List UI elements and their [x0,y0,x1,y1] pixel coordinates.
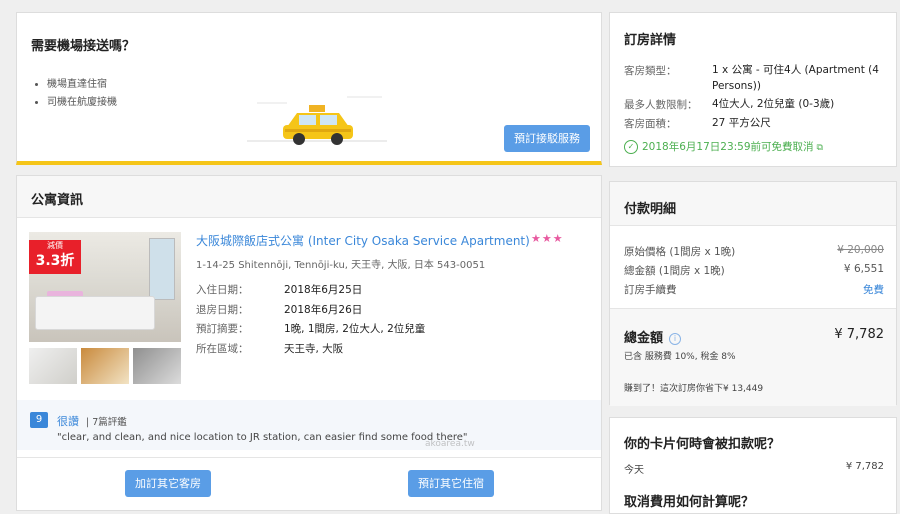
booking-details-card: 訂房詳情 客房類型： 1 x 公寓 - 可住4人 (Apartment (4 P… [609,12,897,167]
subtotal-value: ¥ 6,551 [843,263,884,275]
occupancy-label: 最多人數限制： [624,99,698,111]
watermark: akoarea.tw [425,439,475,449]
review-count: | 7篇評鑑 [86,417,127,428]
room-type-label: 客房類型： [624,65,677,77]
card-charge-card: 你的卡片何時會被扣款呢？ 今天 ¥ 7,782 取消費用如何計算呢？ [609,417,897,514]
add-room-button[interactable]: 加訂其它客房 [125,470,211,497]
external-link-icon: ⧉ [816,143,823,153]
review-quote: "clear, and clean, and nice location to … [57,432,468,443]
hotel-thumbnail[interactable] [29,348,77,384]
free-cancellation-link[interactable]: ✓ 2018年6月17日23:59前可免費取消 ⧉ [624,139,823,154]
total-value: ¥ 7,782 [834,327,884,342]
booking-info-row: 入住日期： 2018年6月25日 [196,280,425,300]
apartment-header: 公寓資訊 [17,176,601,218]
hotel-name-link[interactable]: 大阪城際飯店式公寓 (Inter City Osaka Service Apar… [196,232,530,249]
card-charge-title: 你的卡片何時會被扣款呢？ [624,437,781,452]
review-rating-link[interactable]: 很讚 [57,413,79,429]
payment-details-title: 付款明細 [624,202,677,217]
cancellation-fee-title: 取消費用如何計算呢？ [624,495,755,510]
charge-today-value: ¥ 7,782 [845,461,884,472]
info-label: 入住日期： [196,284,249,297]
original-price-value: ¥ 20,000 [837,244,884,256]
info-value: 2018年6月25日 [284,284,363,297]
savings-note: 賺到了！這次訂房你省下¥ 13,449 [624,384,764,394]
airport-feature-list: 機場直達住宿 司機在航廈接機 [47,76,117,112]
booking-details-title: 訂房詳情 [624,33,677,48]
booking-fee-value: 免費 [863,284,884,296]
original-price-label: 原始價格 (1間房 x 1晚) [624,246,736,258]
total-label-row: 總金額 i [624,327,682,346]
discount-badge-value: 3.3折 [35,253,75,269]
total-label: 總金額 [624,331,664,346]
airport-transfer-title: 需要機場接送嗎？ [31,39,136,54]
book-other-property-button[interactable]: 預訂其它住宿 [408,470,494,497]
info-icon[interactable]: i [669,332,682,345]
taxi-illustration-icon [247,96,387,145]
booking-fee-label: 訂房手續費 [624,284,677,296]
tax-note: 已含 服務費 10%, 稅金 8% [624,352,736,362]
booking-info-row: 所在區域： 天王寺, 大阪 [196,339,425,359]
payment-details-card: 付款明細 原始價格 (1間房 x 1晚) ¥ 20,000 總金額 (1間房 x… [609,181,897,406]
airport-feature-item: 機場直達住宿 [47,76,117,94]
star-rating-icon: ★★★ [531,232,564,245]
charge-today-label: 今天 [624,465,644,476]
free-cancellation-text: 2018年6月17日23:59前可免費取消 [642,141,814,153]
hotel-address: 1-14-25 Shitennōji, Tennōji-ku, 天王寺, 大阪,… [196,260,486,271]
apartment-info-card: 公寓資訊 減價 3.3折 大阪城際飯店式公寓 (Inter City Osaka… [16,175,602,511]
payment-header: 付款明細 [610,182,896,226]
booking-info-row: 退房日期： 2018年6月26日 [196,300,425,320]
booking-info-row: 預訂摘要： 1晚, 1間房, 2位大人, 2位兒童 [196,319,425,339]
room-type-value: 1 x 公寓 - 可住4人 (Apartment (4 Persons)) [712,64,879,92]
info-value: 1晚, 1間房, 2位大人, 2位兒童 [284,323,426,336]
info-value: 2018年6月26日 [284,303,363,316]
info-label: 預訂摘要： [196,323,249,336]
discount-badge: 減價 3.3折 [29,240,81,274]
booking-info: 入住日期： 2018年6月25日 退房日期： 2018年6月26日 預訂摘要： … [196,280,425,358]
hotel-thumbnail[interactable] [133,348,181,384]
subtotal-label: 總金額 (1間房 x 1晚) [624,265,725,277]
airport-transfer-card: 需要機場接送嗎？ 機場直達住宿 司機在航廈接機 預訂接駁服務 [16,12,602,165]
airport-feature-item: 司機在航廈接機 [47,94,117,112]
info-label: 退房日期： [196,303,249,316]
room-area-value: 27 平方公尺 [712,117,771,129]
occupancy-value: 4位大人, 2位兒童 (0-3歲) [712,98,835,110]
divider [17,457,601,458]
apartment-header-title: 公寓資訊 [31,193,84,208]
room-area-label: 客房面積： [624,118,677,130]
discount-badge-label: 減價 [47,241,63,250]
hotel-thumbnail[interactable] [81,348,129,384]
checkmark-circle-icon: ✓ [624,140,638,154]
info-label: 所在區域： [196,342,249,355]
review-score-badge: 9 [30,412,48,428]
book-transfer-button[interactable]: 預訂接駁服務 [504,125,590,152]
info-value: 天王寺, 大阪 [284,342,344,355]
